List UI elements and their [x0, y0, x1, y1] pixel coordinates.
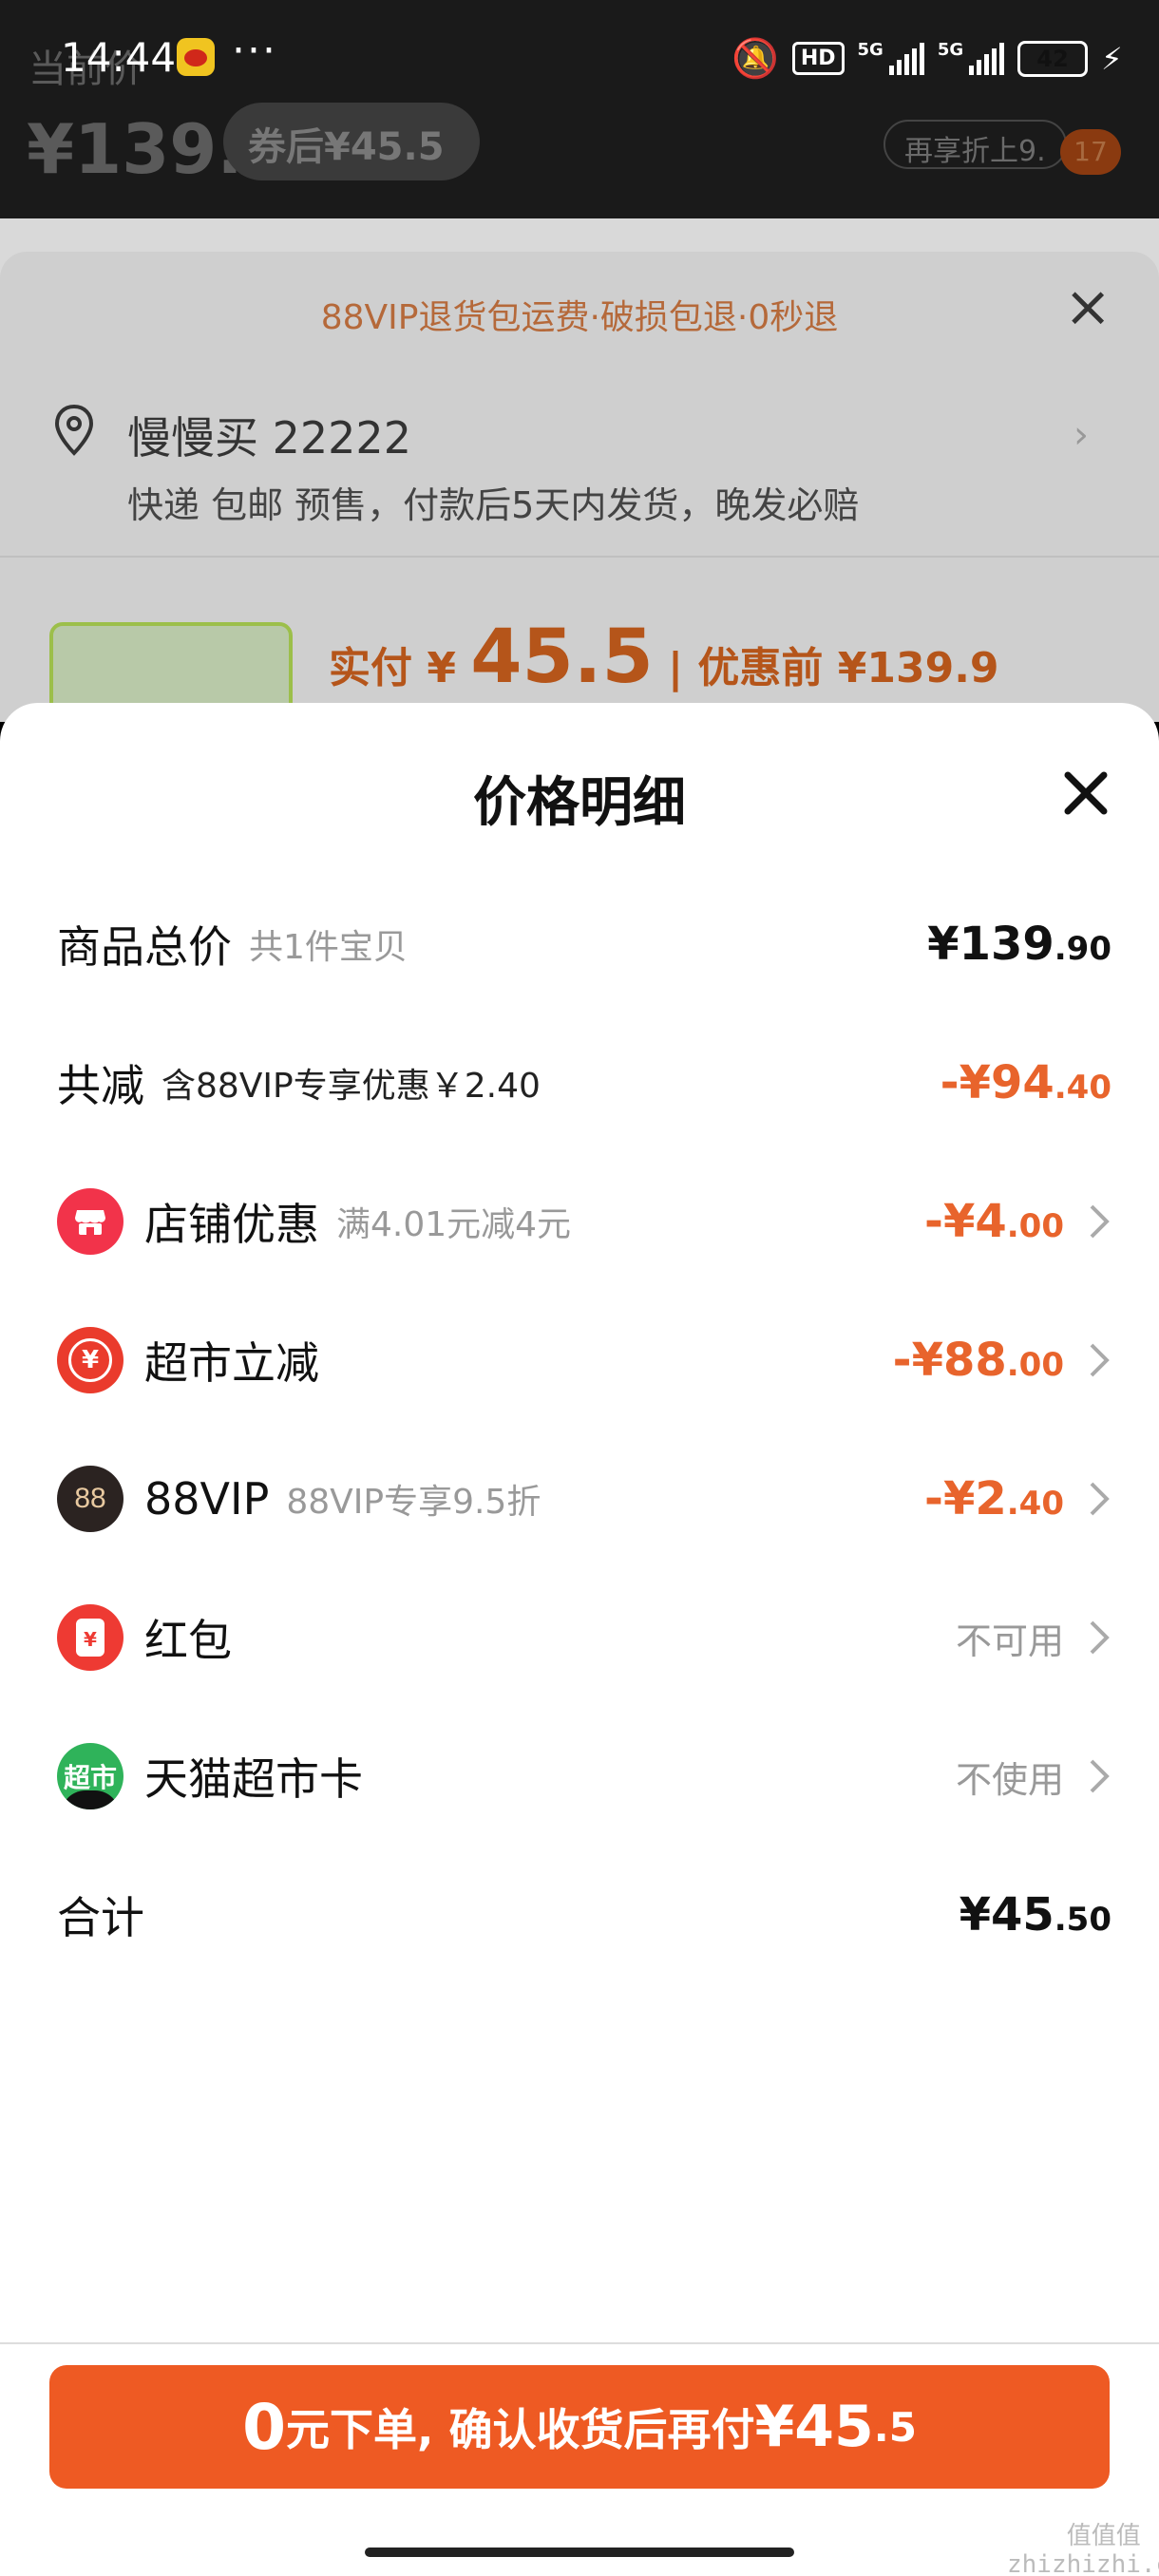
- chevron-right-icon: [1090, 1204, 1110, 1239]
- row-amount: -¥94.40: [940, 1056, 1112, 1109]
- tmall-market-card-icon: 超市: [57, 1743, 124, 1809]
- bell-muted-icon: 🔕: [732, 37, 779, 81]
- vip88-discount-row[interactable]: 88 88VIP 88VIP专享9.5折 -¥2.40: [57, 1451, 1112, 1546]
- pay-zero: 0: [242, 2390, 286, 2464]
- vip-service-banner: 88VIP退货包运费·破损包退·0秒退: [320, 298, 839, 337]
- divider: [0, 556, 1159, 558]
- signal-icon: [888, 42, 924, 75]
- extra-discount-tag: 再享折上9.: [884, 120, 1067, 169]
- home-indicator[interactable]: [365, 2548, 794, 2557]
- yen-coin-icon: ¥: [57, 1327, 124, 1393]
- paid-amount: 45.5: [470, 615, 654, 700]
- network-type-label-2: 5G: [937, 40, 964, 60]
- battery-icon: 42: [1017, 40, 1089, 77]
- row-sub: 88VIP专享9.5折: [286, 1483, 542, 1522]
- row-sub: 含88VIP专享优惠￥2.40: [162, 1067, 541, 1106]
- shipping-detail: 快递 包邮 预售，付款后5天内发货，晚发必赔: [127, 484, 860, 526]
- close-icon: ×: [1064, 274, 1112, 340]
- vip88-icon: 88: [57, 1466, 124, 1532]
- shop-icon: [57, 1188, 124, 1255]
- row-amount: -¥88.00: [892, 1334, 1064, 1387]
- row-amount: ¥45.50: [959, 1888, 1112, 1941]
- row-status: 不使用: [955, 1758, 1064, 1801]
- row-amount: -¥4.00: [924, 1195, 1064, 1248]
- chevron-right-icon: [1090, 1620, 1110, 1655]
- close-icon[interactable]: [1054, 762, 1117, 824]
- row-amount: -¥2.40: [924, 1472, 1064, 1525]
- shop-discount-row[interactable]: 店铺优惠 满4.01元减4元 -¥4.00: [57, 1174, 1112, 1269]
- paid-label: 实付 ¥: [329, 644, 456, 692]
- address-name: 慢慢买 22222: [127, 412, 411, 464]
- tmall-market-card-row[interactable]: 超市 天猫超市卡 不使用: [57, 1729, 1112, 1824]
- battery-level: 42: [1036, 45, 1069, 72]
- status-time: 14:44: [61, 34, 177, 81]
- row-sub: 满4.01元减4元: [336, 1205, 572, 1244]
- sheet-title: 价格明细: [473, 772, 686, 834]
- before-discount-price: | 优惠前 ¥139.9: [668, 644, 999, 692]
- chevron-right-icon: ›: [1074, 413, 1089, 457]
- red-envelope-row[interactable]: 红包 不可用: [57, 1590, 1112, 1685]
- charging-icon: ⚡: [1101, 40, 1123, 77]
- red-envelope-icon: [57, 1604, 124, 1671]
- row-sub: 共1件宝贝: [249, 928, 408, 967]
- row-label: 天猫超市卡: [144, 1753, 363, 1805]
- goods-total-row: 商品总价 共1件宝贝 ¥139.90: [57, 897, 1112, 992]
- grand-total-row: 合计 ¥45.50: [57, 1867, 1112, 1962]
- weibo-icon: [177, 38, 215, 76]
- pay-text: 元下单, 确认收货后再付: [286, 2404, 755, 2455]
- status-indicators: 🔕 HD 5G 5G 42 ⚡: [732, 36, 1123, 81]
- chevron-right-icon: [1090, 1343, 1110, 1377]
- more-notifications-icon: ···: [232, 27, 277, 75]
- row-label: 店铺优惠: [144, 1199, 319, 1250]
- price-detail-sheet: 价格明细 商品总价 共1件宝贝 ¥139.90 共减 含88VIP专享优惠￥2.…: [0, 703, 1159, 2576]
- paid-summary: 实付 ¥ 45.5 | 优惠前 ¥139.9: [329, 615, 999, 700]
- divider: [0, 2342, 1159, 2344]
- row-status: 不可用: [955, 1619, 1064, 1662]
- hd-icon: HD: [791, 42, 845, 75]
- chevron-right-icon: [1090, 1482, 1110, 1516]
- location-pin-icon: [54, 404, 94, 456]
- total-discount-row: 共减 含88VIP专享优惠￥2.40 -¥94.40: [57, 1035, 1112, 1130]
- market-instant-discount-row[interactable]: ¥ 超市立减 -¥88.00: [57, 1313, 1112, 1408]
- status-bar: 14:44 ··· 🔕 HD 5G 5G 42 ⚡: [0, 0, 1159, 114]
- pay-amount: ¥45: [754, 2394, 874, 2460]
- network-type-label: 5G: [857, 40, 884, 60]
- coupon-price-badge: 券后¥45.5: [223, 103, 480, 180]
- row-label: 超市立减: [144, 1337, 319, 1389]
- row-label: 88VIP: [144, 1473, 270, 1525]
- row-label: 红包: [144, 1615, 232, 1666]
- row-label: 商品总价: [57, 921, 232, 973]
- submit-order-button[interactable]: 0 元下单, 确认收货后再付 ¥45 .5: [49, 2365, 1110, 2489]
- row-amount: ¥139.90: [927, 918, 1112, 971]
- chevron-right-icon: [1090, 1759, 1110, 1793]
- watermark: 值值值 zhizhizhi.com: [1007, 2522, 1159, 2576]
- pay-amount-decimal: .5: [873, 2403, 917, 2451]
- signal-icon-2: [969, 42, 1005, 75]
- cart-count-badge: 17: [1060, 129, 1121, 175]
- row-label: 共减: [57, 1060, 144, 1111]
- order-sheet: 88VIP退货包运费·破损包退·0秒退 × 慢慢买 22222 快递 包邮 预售…: [0, 252, 1159, 722]
- row-label: 合计: [57, 1892, 144, 1943]
